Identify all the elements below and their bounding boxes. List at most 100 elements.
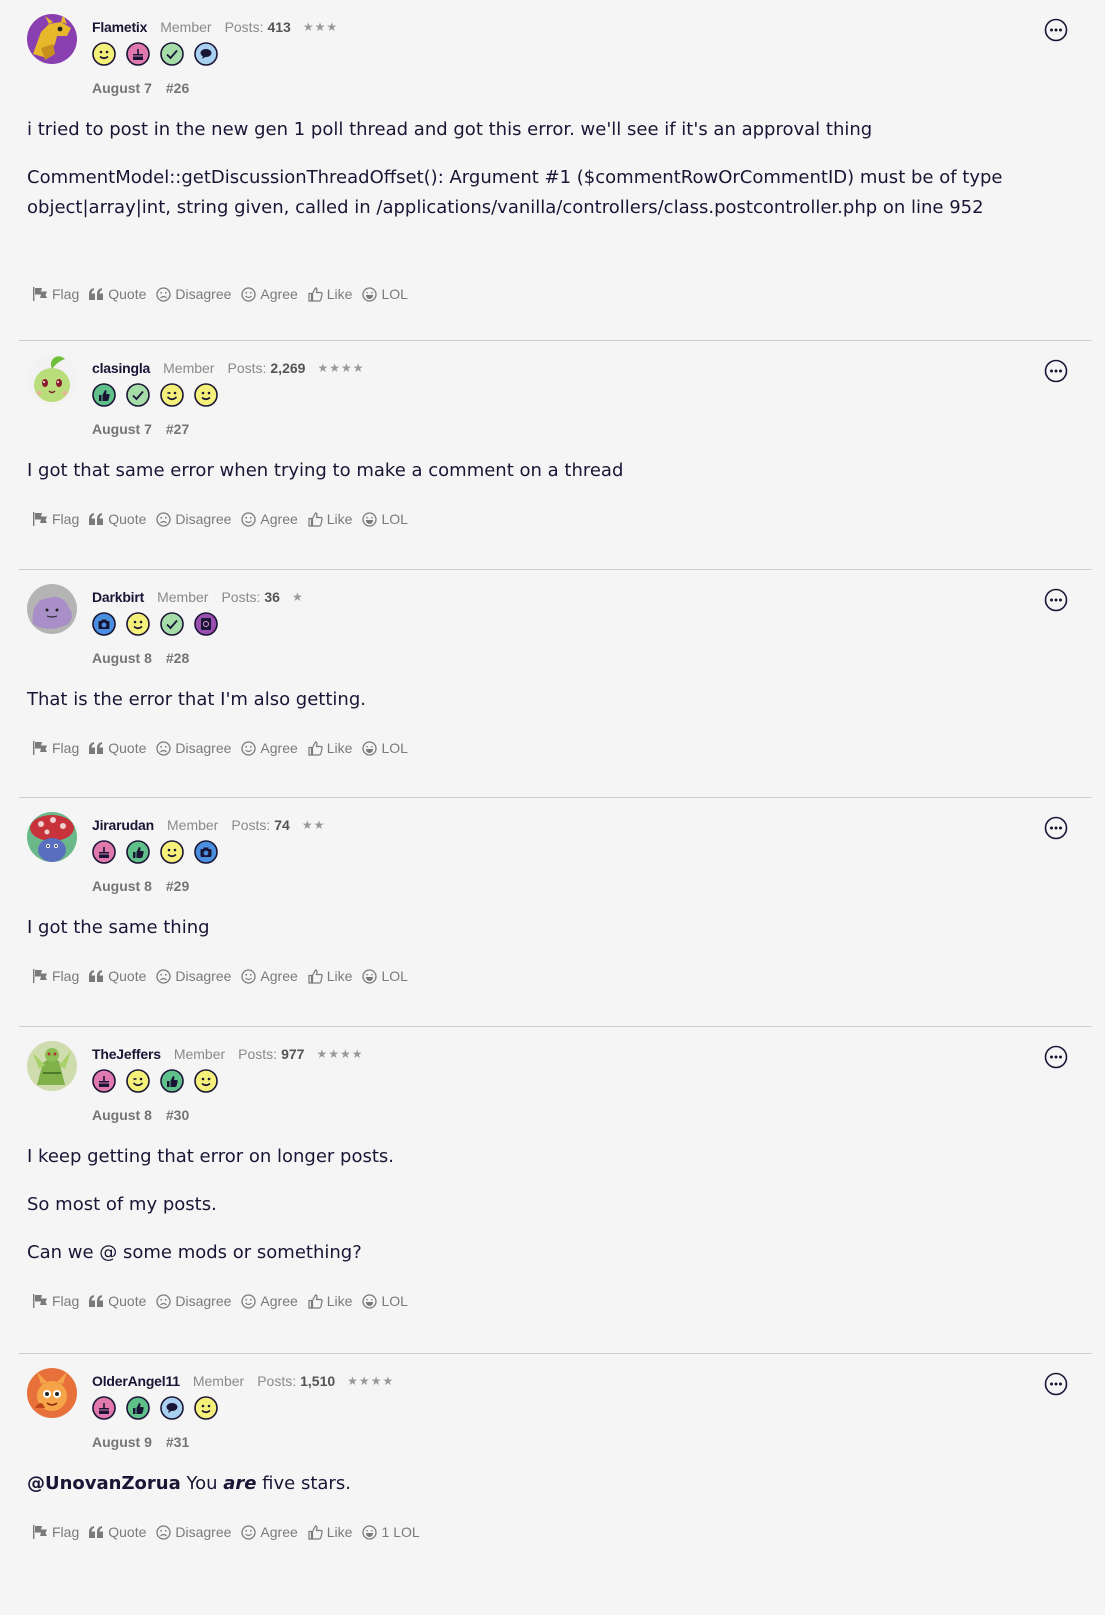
user-avatar[interactable] bbox=[27, 1041, 77, 1091]
post-date[interactable]: August 7 bbox=[92, 421, 152, 437]
lol-button[interactable]: 1 LOL bbox=[362, 1524, 420, 1540]
smile-badge[interactable] bbox=[194, 383, 218, 407]
agree-button[interactable]: Agree bbox=[241, 1293, 298, 1309]
check-badge[interactable] bbox=[160, 612, 184, 636]
speech-badge[interactable] bbox=[160, 1396, 184, 1420]
check-badge[interactable] bbox=[160, 42, 184, 66]
user-avatar[interactable] bbox=[27, 14, 77, 64]
quote-button[interactable]: Quote bbox=[89, 740, 146, 756]
username-link[interactable]: clasingla bbox=[92, 360, 150, 376]
user-mention-link[interactable]: @UnovanZorua bbox=[27, 1473, 181, 1494]
agree-icon bbox=[241, 286, 257, 302]
post-header: OlderAngel11 Member Posts: 1,510 ★★★★ August … bbox=[19, 1354, 1092, 1459]
camera-badge[interactable] bbox=[92, 612, 116, 636]
user-avatar[interactable] bbox=[27, 355, 77, 405]
like-button[interactable]: Like bbox=[308, 968, 352, 984]
thumbs-up-badge[interactable] bbox=[126, 1396, 150, 1420]
user-avatar[interactable] bbox=[27, 812, 77, 862]
agree-button[interactable]: Agree bbox=[241, 511, 298, 527]
post-permalink[interactable]: #31 bbox=[166, 1434, 189, 1450]
wink-badge[interactable] bbox=[126, 1069, 150, 1093]
post-options-button[interactable] bbox=[1044, 359, 1068, 383]
speech-badge[interactable] bbox=[194, 42, 218, 66]
like-button[interactable]: Like bbox=[308, 511, 352, 527]
wink-badge[interactable] bbox=[160, 383, 184, 407]
cake-badge[interactable] bbox=[92, 1396, 116, 1420]
username-link[interactable]: Darkbirt bbox=[92, 589, 144, 605]
flag-button[interactable]: Flag bbox=[32, 740, 79, 756]
username-link[interactable]: Jirarudan bbox=[92, 817, 154, 833]
quote-button[interactable]: Quote bbox=[89, 968, 146, 984]
agree-icon bbox=[241, 1293, 257, 1309]
like-button[interactable]: Like bbox=[308, 286, 352, 302]
agree-button[interactable]: Agree bbox=[241, 1524, 298, 1540]
agree-label: Agree bbox=[260, 740, 298, 756]
camera-badge[interactable] bbox=[194, 840, 218, 864]
lol-button[interactable]: LOL bbox=[362, 1293, 408, 1309]
at-sign-badge[interactable] bbox=[194, 612, 218, 636]
post-permalink[interactable]: #29 bbox=[166, 878, 189, 894]
quote-button[interactable]: Quote bbox=[89, 511, 146, 527]
post-date[interactable]: August 8 bbox=[92, 650, 152, 666]
agree-button[interactable]: Agree bbox=[241, 740, 298, 756]
quote-button[interactable]: Quote bbox=[89, 286, 146, 302]
post-permalink[interactable]: #27 bbox=[166, 421, 189, 437]
username-link[interactable]: Flametix bbox=[92, 19, 147, 35]
thumbs-up-badge[interactable] bbox=[160, 1069, 184, 1093]
quote-icon bbox=[89, 1294, 104, 1307]
lol-button[interactable]: LOL bbox=[362, 286, 408, 302]
cake-badge[interactable] bbox=[126, 42, 150, 66]
quote-button[interactable]: Quote bbox=[89, 1293, 146, 1309]
post-options-button[interactable] bbox=[1044, 1372, 1068, 1396]
post-options-button[interactable] bbox=[1044, 588, 1068, 612]
post-options-button[interactable] bbox=[1044, 18, 1068, 42]
disagree-button[interactable]: Disagree bbox=[156, 286, 231, 302]
cake-badge[interactable] bbox=[92, 1069, 116, 1093]
username-link[interactable]: TheJeffers bbox=[92, 1046, 161, 1062]
comment-post: clasingla Member Posts: 2,269 ★★★★ August 7 #2… bbox=[19, 341, 1092, 570]
agree-button[interactable]: Agree bbox=[241, 968, 298, 984]
rank-stars: ★★★★ bbox=[317, 361, 365, 375]
thumbs-up-badge[interactable] bbox=[92, 383, 116, 407]
lol-button[interactable]: LOL bbox=[362, 511, 408, 527]
check-badge[interactable] bbox=[126, 383, 150, 407]
thumbs-up-badge[interactable] bbox=[126, 840, 150, 864]
lol-label: LOL bbox=[393, 1524, 420, 1540]
like-button[interactable]: Like bbox=[308, 1524, 352, 1540]
post-date[interactable]: August 7 bbox=[92, 80, 152, 96]
disagree-button[interactable]: Disagree bbox=[156, 1524, 231, 1540]
cake-badge[interactable] bbox=[92, 840, 116, 864]
disagree-button[interactable]: Disagree bbox=[156, 1293, 231, 1309]
smile-badge[interactable] bbox=[126, 612, 150, 636]
post-permalink[interactable]: #28 bbox=[166, 650, 189, 666]
disagree-button[interactable]: Disagree bbox=[156, 968, 231, 984]
comment-post: Jirarudan Member Posts: 74 ★★ August 8 #29 I go… bbox=[19, 798, 1092, 1027]
post-permalink[interactable]: #30 bbox=[166, 1107, 189, 1123]
like-button[interactable]: Like bbox=[308, 740, 352, 756]
post-date[interactable]: August 9 bbox=[92, 1434, 152, 1450]
smile-badge[interactable] bbox=[194, 1396, 218, 1420]
flag-button[interactable]: Flag bbox=[32, 286, 79, 302]
disagree-button[interactable]: Disagree bbox=[156, 511, 231, 527]
user-avatar[interactable] bbox=[27, 1368, 77, 1418]
smile-badge[interactable] bbox=[194, 1069, 218, 1093]
post-permalink[interactable]: #26 bbox=[166, 80, 189, 96]
lol-button[interactable]: LOL bbox=[362, 968, 408, 984]
smile-badge[interactable] bbox=[160, 840, 184, 864]
flag-button[interactable]: Flag bbox=[32, 511, 79, 527]
flag-button[interactable]: Flag bbox=[32, 1293, 79, 1309]
like-button[interactable]: Like bbox=[308, 1293, 352, 1309]
disagree-button[interactable]: Disagree bbox=[156, 740, 231, 756]
username-link[interactable]: OlderAngel11 bbox=[92, 1373, 180, 1389]
agree-button[interactable]: Agree bbox=[241, 286, 298, 302]
lol-button[interactable]: LOL bbox=[362, 740, 408, 756]
flag-button[interactable]: Flag bbox=[32, 968, 79, 984]
user-avatar[interactable] bbox=[27, 584, 77, 634]
flag-button[interactable]: Flag bbox=[32, 1524, 79, 1540]
post-options-button[interactable] bbox=[1044, 1045, 1068, 1069]
post-date[interactable]: August 8 bbox=[92, 878, 152, 894]
quote-button[interactable]: Quote bbox=[89, 1524, 146, 1540]
post-options-button[interactable] bbox=[1044, 816, 1068, 840]
post-date[interactable]: August 8 bbox=[92, 1107, 152, 1123]
smile-badge[interactable] bbox=[92, 42, 116, 66]
